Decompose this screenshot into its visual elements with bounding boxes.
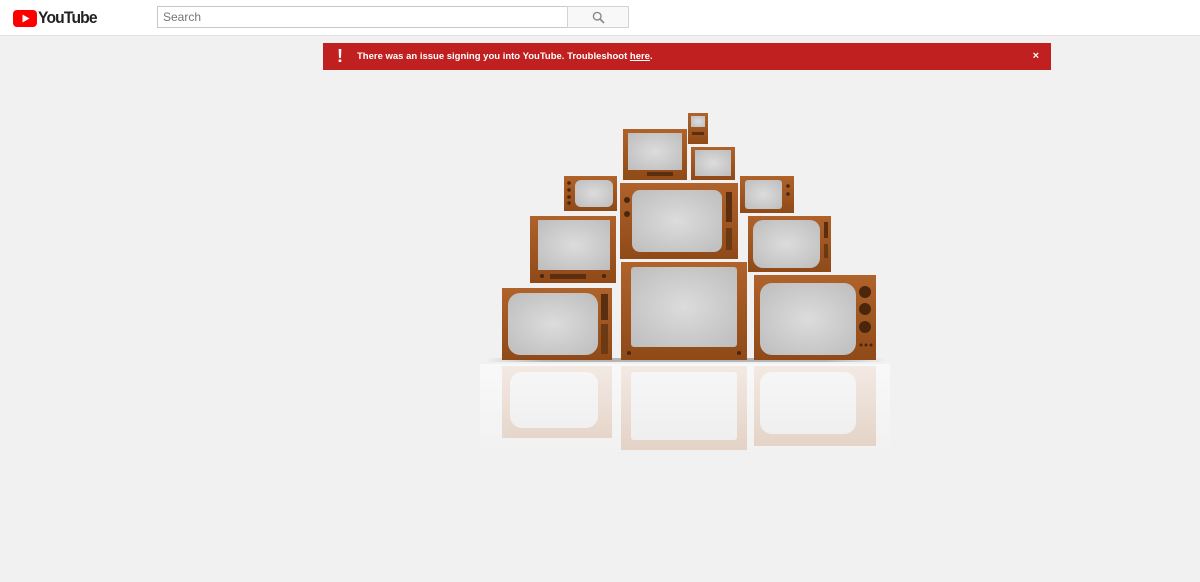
masthead: YouTube <box>0 0 1200 36</box>
tv-center-large <box>620 183 738 259</box>
search-icon <box>592 11 605 24</box>
troubleshoot-link[interactable]: here <box>630 51 650 62</box>
close-icon[interactable]: × <box>1033 49 1039 63</box>
tv-bottom-center <box>621 262 747 360</box>
alert-message: There was an issue signing you into YouT… <box>357 51 653 62</box>
search-button[interactable] <box>567 6 629 28</box>
tv-mid-far-right <box>740 176 794 213</box>
tv-upper-right <box>691 147 735 180</box>
search-form <box>157 6 629 28</box>
logo-text: YouTube <box>38 8 98 27</box>
youtube-logo[interactable]: YouTube <box>13 8 102 28</box>
tv-mid-left <box>530 216 616 283</box>
search-input[interactable] <box>157 6 567 28</box>
alert-message-text: There was an issue signing you into YouT… <box>357 51 630 62</box>
alert-message-end: . <box>649 51 653 62</box>
tv-top-small <box>688 113 708 144</box>
tv-bottom-left <box>502 288 612 360</box>
exclamation-icon: ! <box>337 46 343 66</box>
youtube-play-icon <box>13 9 37 27</box>
tv-stack-illustration <box>480 113 890 450</box>
tv-mid-right <box>748 216 831 272</box>
tv-upper-left <box>623 129 687 180</box>
sign-in-error-alert: ! There was an issue signing you into Yo… <box>323 43 1051 70</box>
tv-mid-far-left <box>564 176 617 211</box>
tv-bottom-right <box>754 275 876 360</box>
